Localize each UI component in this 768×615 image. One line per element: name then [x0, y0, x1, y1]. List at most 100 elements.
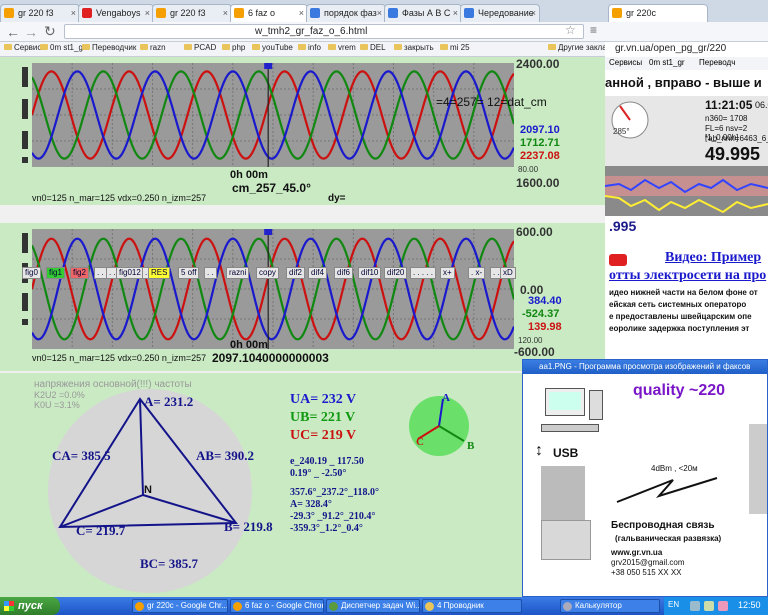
- taskbar-item[interactable]: 4 Проводник: [422, 599, 522, 613]
- chart2-scroll-handle[interactable]: [22, 293, 28, 311]
- toolbar-button[interactable]: dif20: [384, 267, 408, 279]
- bookmark-item[interactable]: DEL: [360, 43, 386, 52]
- forward-icon[interactable]: →: [24, 24, 38, 40]
- tray-icon[interactable]: [690, 601, 700, 611]
- bookmark-item[interactable]: mi 25: [440, 43, 470, 52]
- folder-icon: [252, 44, 260, 50]
- chart1-plot[interactable]: [32, 63, 514, 167]
- image-viewer-window[interactable]: aa1.PNG - Программа просмотра изображени…: [522, 359, 768, 597]
- bookmark-item[interactable]: 0m st1_gr: [40, 43, 86, 52]
- toolbar-button[interactable]: . . . . .: [410, 267, 437, 279]
- close-icon[interactable]: ×: [531, 5, 536, 21]
- taskbar-app-icon: [233, 602, 242, 611]
- bookmark-label: Переводчик: [92, 43, 137, 52]
- chart2-scroll-handle[interactable]: [22, 319, 28, 325]
- video-subtitle[interactable]: отты электросети на про: [609, 268, 766, 284]
- toolbar-button[interactable]: fig012: [116, 267, 144, 279]
- bookmark-item[interactable]: Переводчик: [82, 43, 136, 52]
- bookmark-item[interactable]: PCAD: [184, 43, 216, 52]
- toolbar-button[interactable]: xD: [500, 267, 516, 279]
- tray-icon[interactable]: [704, 601, 714, 611]
- chart1-scroll-handle[interactable]: [22, 157, 28, 163]
- close-icon[interactable]: ×: [377, 5, 382, 21]
- toolbar-button[interactable]: RES: [148, 267, 171, 279]
- bookmark-item[interactable]: info: [298, 43, 321, 52]
- chart1-scroll-handle[interactable]: [22, 99, 28, 119]
- right-bookmark[interactable]: Сервисы: [609, 58, 642, 67]
- bookmark-label: закрыть: [404, 43, 434, 52]
- close-icon[interactable]: ×: [453, 5, 458, 21]
- folder-icon: [360, 44, 368, 50]
- taskbar-item-label: Диспетчер задач Wi...: [341, 601, 420, 610]
- toolbar-button[interactable]: . .: [204, 267, 217, 279]
- bookmark-label: DEL: [370, 43, 386, 52]
- chart2-status: vn0=125 n_mar=125 vdx=0.250 n_izm=257: [32, 353, 207, 363]
- browser-tab[interactable]: Фазы А В С ×: [384, 4, 462, 22]
- bookmark-item[interactable]: закрыть: [394, 43, 434, 52]
- right-address-bar[interactable]: gr.vn.ua/open_pg_gr/220: [615, 43, 765, 56]
- start-button[interactable]: пуск: [0, 597, 60, 615]
- toolbar-button[interactable]: fig1: [46, 267, 65, 279]
- toolbar-button[interactable]: . x-: [468, 267, 486, 279]
- viewer-email: grv2015@gmail.com: [611, 558, 685, 567]
- close-icon[interactable]: ×: [223, 5, 228, 21]
- chart1-dy: dy=: [328, 193, 346, 204]
- tray-icon[interactable]: [718, 601, 728, 611]
- folder-icon: [298, 44, 306, 50]
- close-icon[interactable]: ×: [299, 5, 304, 21]
- toolbar-button[interactable]: x+: [440, 267, 455, 279]
- star-icon[interactable]: ☆: [565, 23, 576, 37]
- toolbar-button[interactable]: dif4: [308, 267, 327, 279]
- bookmark-label: PCAD: [194, 43, 217, 52]
- toolbar-button[interactable]: 5 off: [178, 267, 200, 279]
- toolbar-button[interactable]: copy: [256, 267, 279, 279]
- bookmark-item[interactable]: youTube: [252, 43, 293, 52]
- taskbar-item[interactable]: Диспетчер задач Wi...: [326, 599, 420, 613]
- right-browser-tab[interactable]: gr 220c: [608, 4, 708, 22]
- reload-icon[interactable]: ↻: [44, 23, 56, 40]
- bookmark-item[interactable]: php: [222, 43, 245, 52]
- toolbar-button[interactable]: . .: [94, 267, 107, 279]
- language-indicator[interactable]: EN: [668, 600, 679, 609]
- right-bookmark[interactable]: Переводч: [699, 58, 735, 67]
- folder-icon: [184, 44, 192, 50]
- chart2-plot[interactable]: [32, 229, 514, 349]
- right-time: 11:21:05: [705, 98, 753, 112]
- taskbar-item[interactable]: gr 220c - Google Chr...: [132, 599, 228, 613]
- browser-tab[interactable]: 6 faz o ×: [230, 4, 308, 22]
- taskbar-item-label: 4 Проводник: [437, 601, 484, 610]
- bookmark-label: razn: [150, 43, 166, 52]
- chart2-time: 0h 00m: [230, 339, 268, 351]
- angle-line-3: 357.6°_237.2°_118.0°: [290, 487, 379, 498]
- bookmark-item[interactable]: vrem: [328, 43, 356, 52]
- toolbar-button[interactable]: fig0: [22, 267, 41, 279]
- address-bar[interactable]: w_tmh2_gr_faz_o_6.html: [64, 24, 584, 39]
- youtube-icon[interactable]: [609, 254, 627, 266]
- toolbar-button[interactable]: razni: [226, 267, 250, 279]
- toolbar-button[interactable]: fig2: [70, 267, 89, 279]
- bookmark-item[interactable]: razn: [140, 43, 166, 52]
- browser-tab[interactable]: Чередование ×: [460, 4, 540, 22]
- chart1-scroll-handle[interactable]: [22, 131, 28, 149]
- chart1-small-label: 80.00: [518, 165, 539, 174]
- viewer-phone: +38 050 515 XX XX: [611, 568, 682, 577]
- toolbar-button[interactable]: dif6: [334, 267, 353, 279]
- angle-line-5: -29.3° _91.2°_210.4°: [290, 511, 376, 522]
- browser-tab[interactable]: Vengaboys ×: [78, 4, 154, 22]
- right-bookmark[interactable]: 0m st1_gr: [649, 58, 685, 67]
- browser-tab[interactable]: gr 220 f3 ×: [152, 4, 232, 22]
- toolbar-button[interactable]: dif10: [358, 267, 382, 279]
- browser-tab[interactable]: gr 220 f3 ×: [0, 4, 80, 22]
- windows-logo-icon: [4, 601, 14, 611]
- taskbar-item[interactable]: 6 faz o - Google Chrome: [230, 599, 324, 613]
- close-icon[interactable]: ×: [145, 5, 150, 21]
- taskbar-item[interactable]: Калькулятор: [560, 599, 660, 613]
- back-icon[interactable]: ←: [6, 24, 20, 40]
- chart2-scroll-handle[interactable]: [22, 233, 28, 253]
- close-icon[interactable]: ×: [71, 5, 76, 21]
- menu-icon[interactable]: ≡: [590, 23, 597, 37]
- chart1-scroll-handle[interactable]: [22, 67, 28, 87]
- browser-tab[interactable]: порядок фаз ×: [306, 4, 386, 22]
- video-title[interactable]: Видео: Пример: [665, 250, 761, 266]
- toolbar-button[interactable]: dif2: [286, 267, 305, 279]
